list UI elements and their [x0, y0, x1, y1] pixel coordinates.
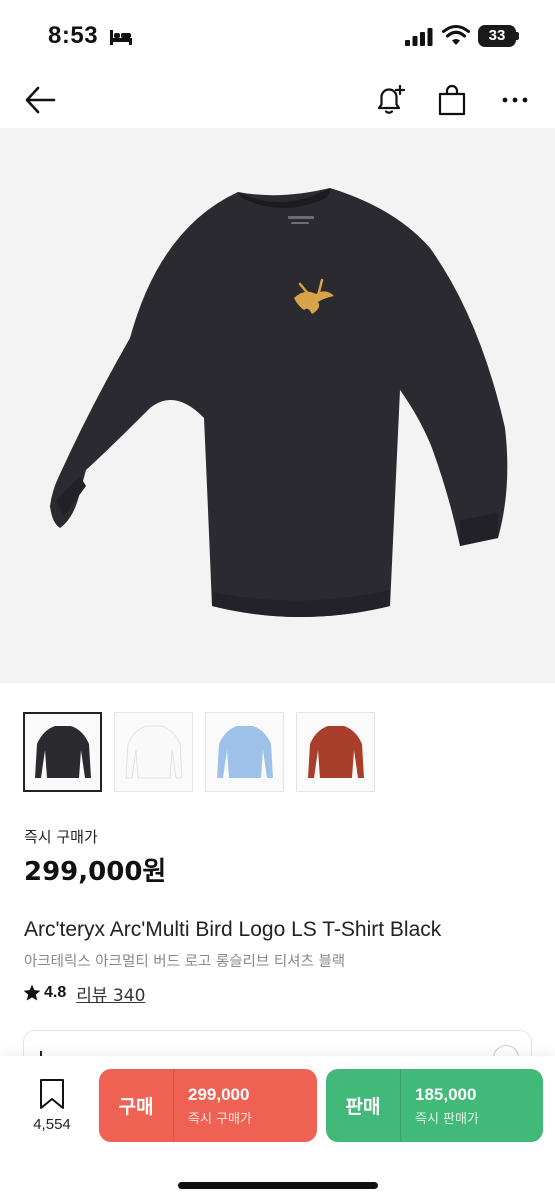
price-alert-button[interactable]	[370, 80, 410, 120]
sell-label: 판매	[345, 1096, 381, 1118]
sell-button[interactable]: 판매 185,000 즉시 판매가	[326, 1069, 543, 1142]
thumbnail-light-blue[interactable]	[205, 712, 284, 792]
buy-subtitle: 즉시 구매가	[188, 1111, 252, 1127]
price-label: 즉시 구매가	[24, 828, 98, 846]
review-link[interactable]: 리뷰 340	[76, 981, 145, 1006]
more-button[interactable]	[495, 80, 535, 120]
battery-indicator: 33	[478, 25, 516, 47]
status-bar: 8:53 33	[0, 0, 555, 70]
thumbnail-red[interactable]	[296, 712, 375, 792]
color-thumbnails	[23, 712, 375, 792]
sell-info: 185,000 즉시 판매가	[401, 1085, 479, 1127]
bell-plus-icon	[377, 84, 406, 114]
buy-info: 299,000 즉시 구매가	[174, 1085, 252, 1127]
bed-icon	[110, 30, 132, 45]
status-time: 8:53	[48, 22, 99, 49]
rating-row: 4.8 리뷰 340	[22, 981, 145, 1006]
bottom-action-bar: 4,554 구매 299,000 즉시 구매가 판매 185,000 즉시 판매…	[0, 1056, 555, 1200]
signal-icon	[405, 28, 433, 46]
bookmark-icon	[40, 1079, 64, 1109]
tshirt-thumb-white	[124, 725, 183, 779]
tshirt-thumb-light-blue	[216, 726, 273, 778]
arrow-left-icon	[25, 86, 56, 114]
rating-value: 4.8	[44, 984, 67, 1001]
thumbnail-white[interactable]	[114, 712, 193, 792]
price-value: 299,000원	[24, 857, 167, 887]
sell-subtitle: 즉시 판매가	[415, 1111, 479, 1127]
buy-button[interactable]: 구매 299,000 즉시 구매가	[99, 1069, 317, 1142]
wish-button[interactable]: 4,554	[22, 1076, 82, 1136]
tshirt-thumb-black	[34, 726, 91, 778]
buy-price: 299,000	[188, 1084, 250, 1104]
back-button[interactable]	[20, 80, 60, 120]
product-name-en: Arc'teryx Arc'Multi Bird Logo LS T-Shirt…	[24, 918, 442, 941]
shopping-bag-icon	[438, 84, 466, 116]
sell-price: 185,000	[415, 1084, 477, 1104]
shopping-bag-button[interactable]	[432, 80, 472, 120]
tshirt-thumb-red	[307, 726, 364, 778]
product-name-ko: 아크테릭스 아크멀티 버드 로고 롱슬리브 티셔츠 블랙	[24, 954, 346, 970]
nav-bar	[0, 70, 555, 128]
star-icon	[23, 984, 41, 1001]
home-indicator	[178, 1182, 378, 1189]
thumbnail-black[interactable]	[23, 712, 102, 792]
wifi-icon	[442, 25, 470, 45]
product-main-image[interactable]	[0, 128, 555, 683]
buy-label: 구매	[118, 1096, 154, 1118]
more-horizontal-icon	[502, 97, 528, 103]
tshirt-image	[50, 188, 508, 617]
wish-count: 4,554	[33, 1116, 71, 1133]
battery-cap	[516, 32, 519, 40]
